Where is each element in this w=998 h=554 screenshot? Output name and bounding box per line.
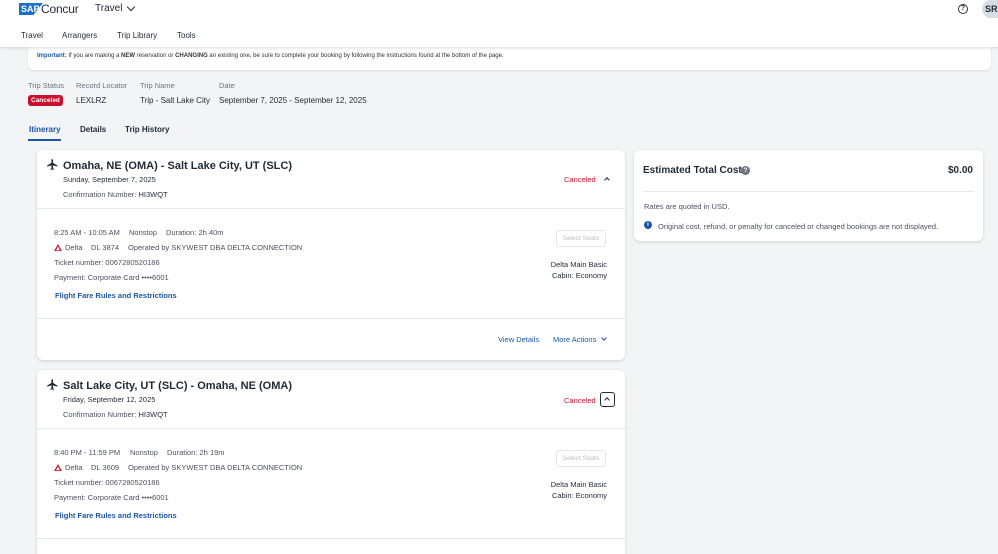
flight-duration: Duration: 2h 19m (167, 448, 225, 457)
fare-class: Delta Main Basic (550, 480, 607, 489)
trip-date-label: Date (219, 81, 235, 90)
chevron-up-icon (604, 397, 610, 403)
user-avatar[interactable]: SR (982, 0, 998, 18)
notice-text-3: an existing one, be sure to complete you… (209, 53, 504, 59)
sap-logo-mark: SAP (19, 3, 43, 15)
confirmation-value: HI3WQT (138, 190, 168, 199)
notice-text-2: reservation or (136, 53, 174, 59)
booking-notice: Important: If you are making a NEW reser… (28, 47, 991, 70)
delta-logo-icon (54, 464, 62, 471)
flight-segment-card: Omaha, NE (OMA) - Salt Lake City, UT (SL… (37, 150, 625, 360)
currency-note: Rates are quoted in USD. (644, 202, 730, 211)
confirmation-number: Confirmation Number: HI3WQT (63, 190, 168, 199)
chevron-down-icon (601, 335, 608, 341)
help-icon[interactable]: ? (958, 4, 968, 14)
notice-text-1: If you are making a (68, 53, 120, 59)
confirmation-label: Confirmation Number: (63, 190, 137, 199)
segment-divider (37, 428, 625, 429)
view-details-link[interactable]: View Details (498, 335, 539, 344)
operated-by: Operated by SKYWEST DBA DELTA CONNECTION (128, 463, 303, 472)
nav-tools[interactable]: Tools (177, 31, 196, 40)
confirmation-label: Confirmation Number: (63, 410, 137, 419)
delta-logo-icon (54, 244, 62, 251)
ticket-number: Ticket number: 0067280520186 (54, 258, 160, 267)
select-seats-button[interactable]: Select Seats (556, 450, 606, 467)
more-actions-button[interactable]: More Actions (553, 335, 608, 344)
segment-date: Sunday, September 7, 2025 (63, 175, 156, 184)
notice-new: NEW (121, 53, 136, 59)
airplane-icon (47, 379, 58, 390)
chevron-down-icon (127, 2, 136, 12)
trip-name-label: Trip Name (140, 81, 175, 90)
sap-concur-logo[interactable]: SAP Concur (19, 2, 79, 16)
info-icon: i (644, 221, 652, 229)
tab-trip-history[interactable]: Trip History (125, 125, 169, 134)
operated-by: Operated by SKYWEST DBA DELTA CONNECTION (128, 243, 303, 252)
active-tab-indicator (28, 139, 61, 141)
trip-status-badge: Canceled (28, 95, 63, 106)
estimated-cost-title: Estimated Total Cost (643, 165, 742, 176)
segment-footer-divider (37, 538, 625, 539)
segment-status: Canceled (564, 175, 596, 184)
ticket-number: Ticket number: 0067280520186 (54, 478, 160, 487)
trip-status-label: Trip Status (28, 81, 64, 90)
confirmation-value: HI3WQT (138, 410, 168, 419)
more-actions-label: More Actions (553, 335, 597, 344)
airline-name: Delta (65, 243, 83, 252)
fare-rules-link[interactable]: Flight Fare Rules and Restrictions (55, 291, 177, 300)
flight-times: 8:40 PM - 11:59 PM (54, 448, 121, 457)
flight-stops: Nonstop (130, 448, 158, 457)
fare-rules-link[interactable]: Flight Fare Rules and Restrictions (55, 511, 177, 520)
confirmation-number: Confirmation Number: HI3WQT (63, 410, 168, 419)
airplane-icon (47, 159, 58, 170)
payment-method: Payment: Corporate Card ••••6001 (54, 273, 169, 282)
concur-wordmark: Concur (41, 2, 79, 16)
app-switcher-label: Travel (95, 3, 123, 14)
flight-segment-card: Salt Lake City, UT (SLC) - Omaha, NE (OM… (37, 370, 625, 554)
select-seats-button[interactable]: Select Seats (556, 230, 606, 247)
collapse-segment-button[interactable] (600, 392, 615, 407)
chevron-up-icon (604, 177, 610, 183)
cabin-class: Cabin: Economy (551, 491, 607, 500)
nav-travel[interactable]: Travel (21, 31, 43, 40)
nav-arrangers[interactable]: Arrangers (62, 31, 97, 40)
canceled-cost-note: Original cost, refund, or penalty for ca… (658, 222, 939, 231)
segment-date: Friday, September 12, 2025 (63, 395, 156, 404)
record-locator-value: LEXLRZ (76, 96, 107, 105)
top-bar: SAP Concur Travel ? SR Travel Arrangers … (0, 0, 998, 47)
flight-duration: Duration: 2h 40m (166, 228, 224, 237)
record-locator-label: Record Locator (76, 81, 128, 90)
segment-footer-divider (37, 318, 625, 319)
notice-important: Important: (37, 53, 67, 59)
estimated-cost-card: Estimated Total Cost ? $0.00 Rates are q… (634, 150, 983, 241)
nav-trip-library[interactable]: Trip Library (117, 31, 157, 40)
notice-changing: CHANGING (175, 53, 208, 59)
segment-divider (37, 208, 625, 209)
segment-status: Canceled (564, 396, 596, 405)
cabin-class: Cabin: Economy (551, 271, 607, 280)
payment-method: Payment: Corporate Card ••••6001 (54, 493, 169, 502)
cost-divider (643, 191, 974, 192)
flight-stops: Nonstop (129, 228, 157, 237)
fare-class: Delta Main Basic (550, 260, 607, 269)
flight-number: DL 3609 (91, 463, 120, 472)
segment-title: Omaha, NE (OMA) - Salt Lake City, UT (SL… (63, 160, 292, 172)
segment-title: Salt Lake City, UT (SLC) - Omaha, NE (OM… (63, 380, 292, 392)
app-switcher[interactable]: Travel (95, 2, 136, 14)
airline-name: Delta (65, 463, 83, 472)
trip-name-value: Trip - Salt Lake City (140, 96, 210, 105)
question-icon[interactable]: ? (741, 166, 750, 175)
tab-itinerary[interactable]: Itinerary (29, 125, 61, 134)
tab-details[interactable]: Details (80, 125, 106, 134)
flight-number: DL 3874 (91, 243, 120, 252)
estimated-cost-amount: $0.00 (947, 165, 973, 176)
collapse-segment-button[interactable] (600, 172, 615, 187)
flight-times: 8:25 AM - 10:05 AM (54, 228, 120, 237)
trip-date-value: September 7, 2025 - September 12, 2025 (219, 96, 367, 105)
